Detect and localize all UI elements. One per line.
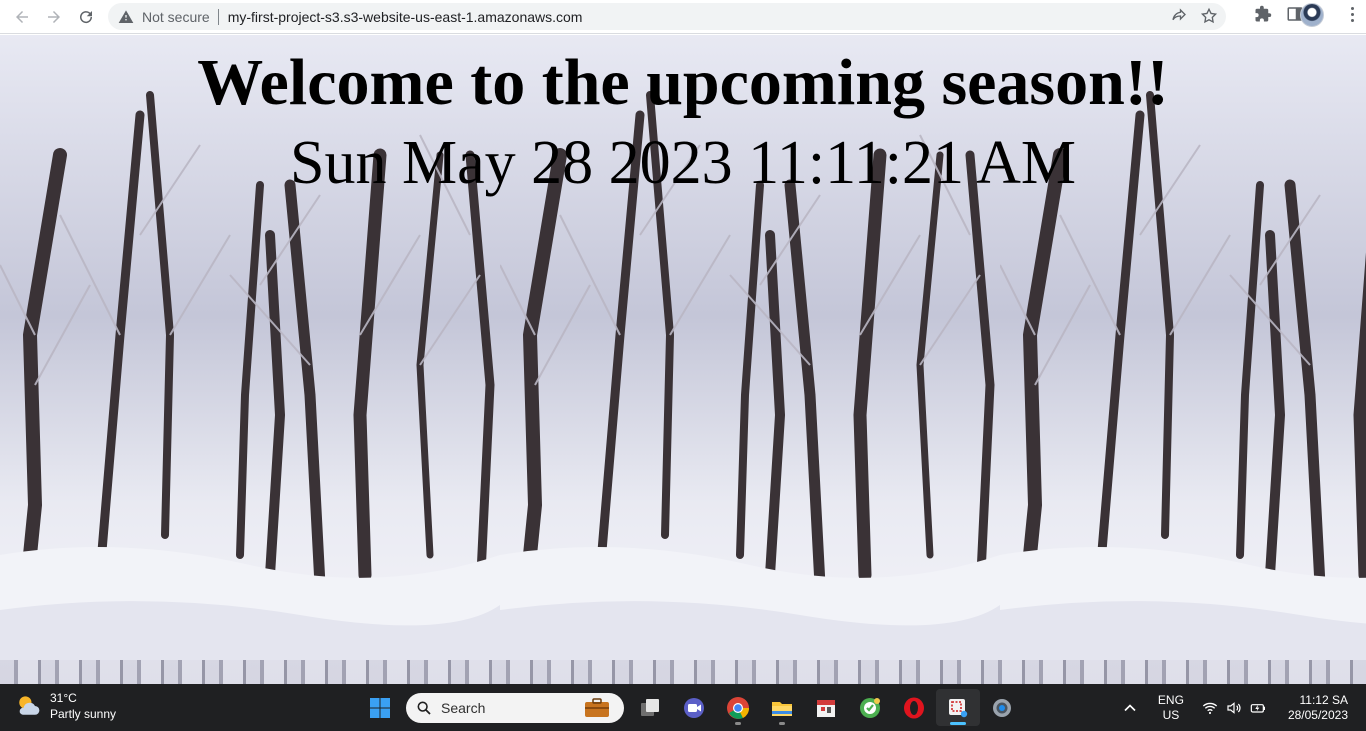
current-datetime: Sun May 28 2023 11:11:21 AM [290,129,1076,197]
search-placeholder: Search [441,699,486,716]
calendar-app-icon [817,699,835,717]
speaker-icon [1227,701,1241,714]
opera-icon [904,697,924,718]
snipping-tool-button[interactable] [936,689,980,726]
address-divider [217,8,219,25]
wifi-icon [1202,702,1218,714]
taskbar-apps: Search [358,689,1024,726]
chevron-up-icon[interactable] [1120,698,1140,718]
running-indicator [735,722,741,725]
windows-taskbar: 31°C Partly sunny Search ENG US 11:12 SA… [0,684,1366,731]
browser-toolbar: Not secure my-first-project-s3.s3-websit… [0,0,1366,34]
search-icon [417,701,431,715]
security-label[interactable]: Not secure [142,9,210,25]
language-indicator[interactable]: ENG US [1158,693,1184,723]
chrome-icon [727,696,750,719]
arrow-left-icon [16,10,28,23]
windows-icon [370,697,390,718]
task-view-icon [641,698,659,716]
profile-avatar[interactable] [1300,3,1324,27]
share-icon[interactable] [1170,7,1188,25]
active-indicator [950,722,966,725]
file-explorer-button[interactable] [760,689,804,726]
file-explorer-icon [772,701,792,716]
forward-button[interactable] [38,2,70,32]
address-bar[interactable]: Not secure my-first-project-s3.s3-websit… [108,3,1226,30]
battery-charging-icon [1250,703,1265,713]
weather-temperature: 31°C [50,691,77,705]
system-clock[interactable]: 11:12 SA 28/05/2023 [1288,693,1348,723]
reload-button[interactable] [70,2,102,32]
keyboard-region: US [1162,707,1180,722]
star-icon[interactable] [1200,7,1218,25]
welcome-heading: Welcome to the upcoming season!! [197,46,1169,119]
opera-button[interactable] [892,689,936,726]
arrow-right-icon [48,10,60,23]
back-button[interactable] [6,2,38,32]
webpage-content: Welcome to the upcoming season!! Sun May… [0,35,1366,684]
settings-button[interactable] [980,689,1024,726]
task-view-button[interactable] [628,689,672,726]
reload-icon [80,10,93,23]
start-button[interactable] [358,689,402,726]
meet-button[interactable] [672,689,716,726]
url-text[interactable]: my-first-project-s3.s3-website-us-east-1… [228,9,583,25]
running-indicator [779,722,785,725]
snipping-tool-icon [949,698,968,717]
menu-dot [1351,7,1354,10]
menu-dot [1351,19,1354,22]
weather-widget[interactable]: 31°C Partly sunny [14,690,116,722]
taskbar-search[interactable]: Search [406,692,624,723]
menu-dot [1351,13,1354,16]
quick-settings[interactable] [1202,700,1266,716]
green-app-button[interactable] [848,689,892,726]
settings-icon [993,698,1011,717]
clock-date: 28/05/2023 [1287,707,1348,722]
extensions-icon[interactable] [1254,5,1272,23]
chrome-button[interactable] [716,689,760,726]
partly-sunny-icon [19,696,40,715]
system-tray: ENG US 11:12 SA 28/05/2023 [1120,684,1366,731]
meet-icon [684,697,704,718]
browser-menu-button[interactable] [1351,7,1354,22]
warning-icon[interactable] [118,9,134,25]
calendar-app-button[interactable] [804,689,848,726]
language-code: ENG [1157,692,1184,707]
weather-condition: Partly sunny [50,707,117,721]
background-tile-strip [0,660,1366,684]
clock-time: 11:12 SA [1299,692,1348,707]
green-app-icon [860,697,880,718]
briefcase-icon [585,697,609,717]
